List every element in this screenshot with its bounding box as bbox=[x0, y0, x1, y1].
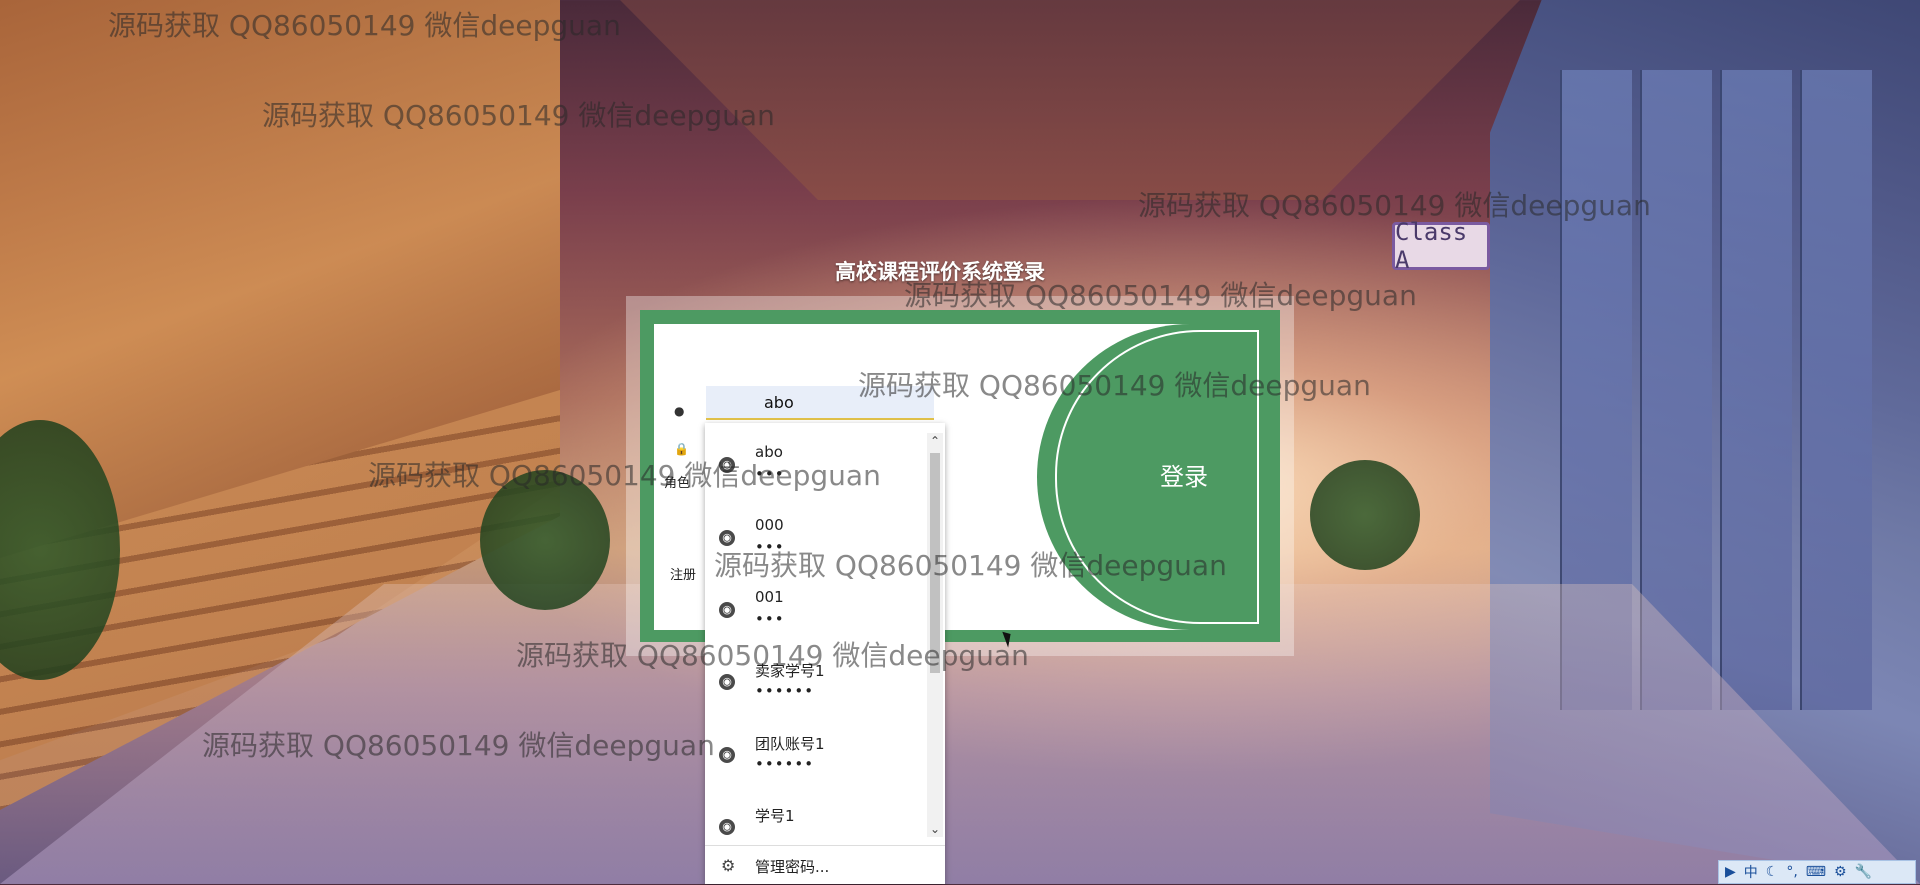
user-icon: ● bbox=[674, 404, 685, 418]
globe-icon: ◉ bbox=[719, 602, 735, 618]
tray-item[interactable]: 中 bbox=[1744, 862, 1758, 882]
tray-item[interactable]: ⚙ bbox=[1834, 864, 1847, 880]
manage-passwords-label: 管理密码... bbox=[755, 858, 830, 876]
autocomplete-username: 001 bbox=[755, 588, 784, 606]
gear-icon: ⚙ bbox=[721, 856, 736, 875]
tray-item[interactable]: ⌨ bbox=[1806, 864, 1826, 880]
scroll-down-arrow-icon[interactable]: ⌄ bbox=[927, 821, 943, 837]
autocomplete-item[interactable]: ◉ 团队账号1 •••••• bbox=[705, 719, 927, 791]
register-link[interactable]: 注册 bbox=[670, 564, 696, 583]
locker bbox=[1720, 70, 1792, 710]
watermark-text: 源码获取 QQ86050149 微信deepguan bbox=[858, 369, 1371, 402]
tray-item[interactable]: ☾ bbox=[1766, 864, 1779, 880]
watermark-text: 源码获取 QQ86050149 微信deepguan bbox=[368, 459, 881, 492]
watermark-text: 源码获取 QQ86050149 微信deepguan bbox=[262, 99, 775, 132]
globe-icon: ◉ bbox=[719, 819, 735, 835]
system-tray: ▶ 中 ☾ °, ⌨ ⚙ 🔧 bbox=[1718, 860, 1916, 884]
plant-decoration bbox=[1310, 460, 1420, 570]
globe-icon: ◉ bbox=[719, 674, 735, 690]
locker bbox=[1800, 70, 1872, 710]
autocomplete-password: ••• bbox=[755, 610, 785, 628]
globe-icon: ◉ bbox=[719, 747, 735, 763]
watermark-text: 源码获取 QQ86050149 微信deepguan bbox=[904, 279, 1417, 312]
watermark-text: 源码获取 QQ86050149 微信deepguan bbox=[1138, 189, 1651, 222]
tray-item[interactable]: °, bbox=[1786, 864, 1797, 880]
input-method-icon[interactable]: ▶ bbox=[1725, 864, 1736, 880]
autocomplete-username: 000 bbox=[755, 516, 784, 534]
autocomplete-password: •••••• bbox=[755, 682, 815, 700]
autocomplete-password: •••••• bbox=[755, 755, 815, 773]
watermark-text: 源码获取 QQ86050149 微信deepguan bbox=[202, 729, 715, 762]
watermark-text: 源码获取 QQ86050149 微信deepguan bbox=[108, 9, 621, 42]
class-sign: Class A bbox=[1392, 218, 1490, 274]
manage-passwords-item[interactable]: ⚙ 管理密码... bbox=[705, 845, 945, 885]
autocomplete-username: 团队账号1 bbox=[755, 735, 825, 753]
scroll-up-arrow-icon[interactable]: ⌃ bbox=[927, 433, 943, 449]
autocomplete-item[interactable]: ◉ 学号1 bbox=[705, 791, 927, 837]
login-button[interactable]: 登录 bbox=[1134, 454, 1234, 494]
tray-item[interactable]: 🔧 bbox=[1855, 864, 1872, 880]
watermark-text: 源码获取 QQ86050149 微信deepguan bbox=[714, 549, 1227, 582]
watermark-text: 源码获取 QQ86050149 微信deepguan bbox=[516, 639, 1029, 672]
autocomplete-username: 学号1 bbox=[755, 807, 795, 825]
